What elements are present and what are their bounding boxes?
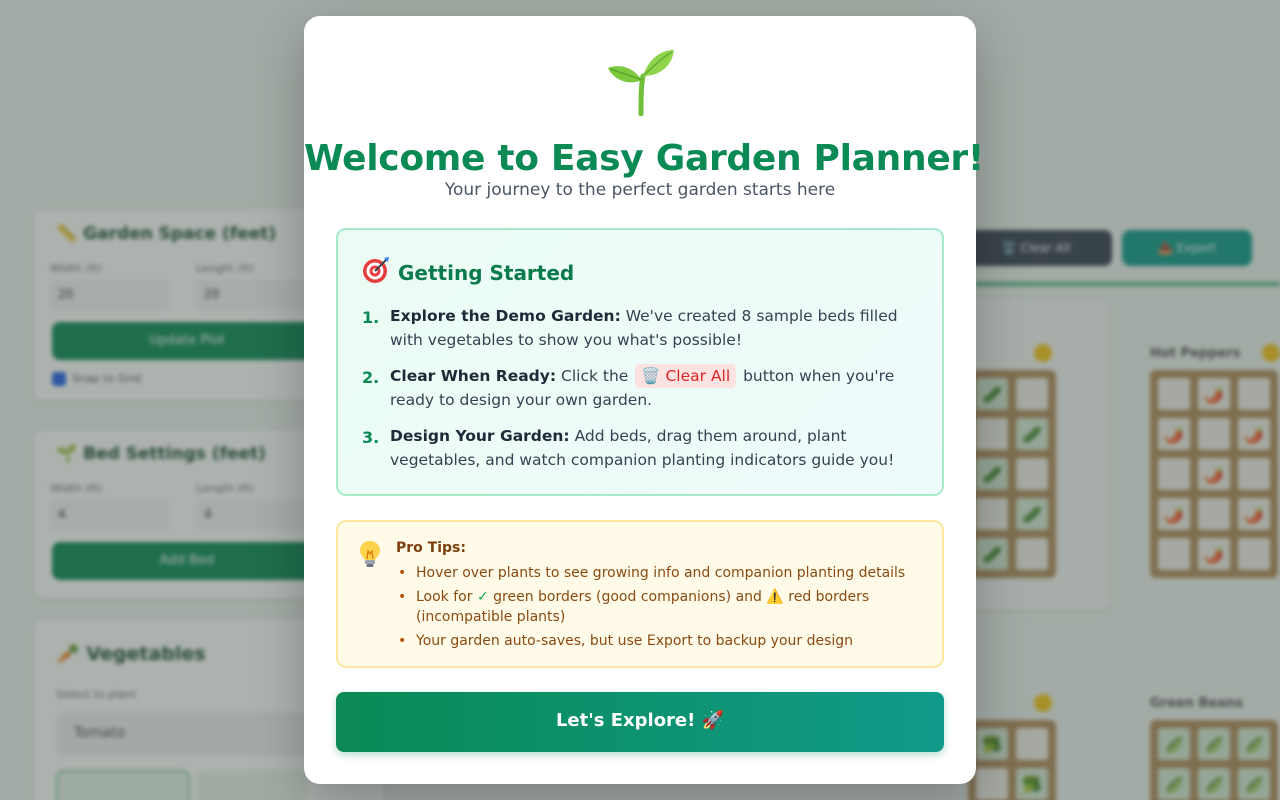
- step-title: Clear When Ready:: [390, 367, 557, 385]
- lightbulb-icon: [360, 541, 380, 567]
- tip-item: Look for ✓ green borders (good companion…: [396, 587, 936, 628]
- tip-text: green borders (good companions) and: [488, 588, 767, 605]
- getting-started-heading: Getting Started: [362, 256, 574, 285]
- modal-title: Welcome to Easy Garden Planner!: [304, 138, 985, 179]
- step-3: 3. Design Your Garden: Add beds, drag th…: [362, 424, 922, 472]
- step-1: 1. Explore the Demo Garden: We've create…: [362, 304, 922, 352]
- getting-started-heading-text: Getting Started: [398, 261, 575, 285]
- sprout-icon: [608, 50, 674, 116]
- clear-all-chip: 🗑️ Clear All: [635, 364, 737, 388]
- pro-tips-heading: Pro Tips:: [396, 540, 466, 556]
- step-text: Click the: [556, 367, 634, 385]
- warning-icon: ⚠️: [766, 588, 784, 605]
- pro-tips-list: Hover over plants to see growing info an…: [396, 563, 936, 654]
- lets-explore-button[interactable]: Let's Explore! 🚀: [336, 692, 944, 752]
- tip-text: Look for: [416, 588, 477, 605]
- getting-started-box: Getting Started 1. Explore the Demo Gard…: [336, 228, 944, 496]
- tip-item: Hover over plants to see growing info an…: [396, 563, 936, 584]
- step-title: Design Your Garden:: [390, 427, 570, 445]
- step-title: Explore the Demo Garden:: [390, 307, 621, 325]
- welcome-modal: Welcome to Easy Garden Planner! Your jou…: [304, 16, 985, 784]
- check-icon: ✓: [476, 588, 489, 605]
- tip-item: Your garden auto-saves, but use Export t…: [396, 631, 936, 652]
- step-2: 2. Clear When Ready: Click the 🗑️ Clear …: [362, 364, 922, 412]
- step-number: 3.: [362, 428, 380, 447]
- tip-text: Hover over plants to see growing info an…: [416, 565, 906, 581]
- target-icon: [363, 257, 389, 283]
- modal-subtitle: Your journey to the perfect garden start…: [444, 180, 836, 200]
- pro-tips-box: Pro Tips: Hover over plants to see growi…: [336, 520, 944, 668]
- tip-text: Your garden auto-saves, but use Export t…: [416, 632, 854, 649]
- step-number: 2.: [362, 368, 380, 387]
- step-number: 1.: [362, 308, 380, 327]
